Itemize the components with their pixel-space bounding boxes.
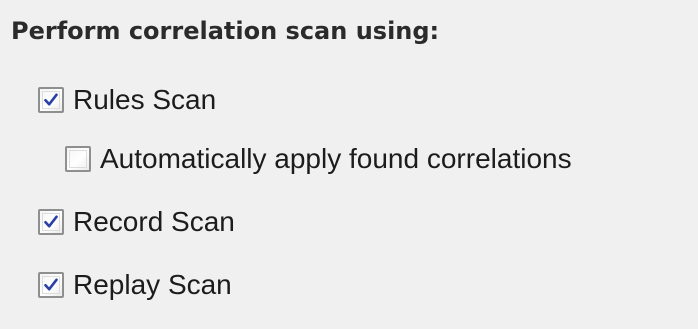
record-scan-option[interactable]: Record Scan <box>38 202 235 242</box>
auto-apply-correlations-checkbox[interactable] <box>65 146 91 172</box>
record-scan-label: Record Scan <box>73 206 235 237</box>
auto-apply-correlations-label: Automatically apply found correlations <box>100 143 572 174</box>
auto-apply-correlations-option[interactable]: Automatically apply found correlations <box>65 139 572 179</box>
rules-scan-option[interactable]: Rules Scan <box>38 80 216 120</box>
rules-scan-checkbox[interactable] <box>38 87 64 113</box>
rules-scan-label: Rules Scan <box>73 84 217 115</box>
record-scan-checkbox[interactable] <box>38 209 64 235</box>
replay-scan-label: Replay Scan <box>73 269 232 300</box>
replay-scan-checkbox[interactable] <box>38 272 64 298</box>
checkmark-icon <box>44 215 58 228</box>
section-heading: Perform correlation scan using: <box>11 17 440 45</box>
replay-scan-option[interactable]: Replay Scan <box>38 265 232 305</box>
checkmark-icon <box>44 278 58 291</box>
checkmark-icon <box>44 93 58 106</box>
correlation-scan-panel: Perform correlation scan using: Rules Sc… <box>0 0 698 329</box>
